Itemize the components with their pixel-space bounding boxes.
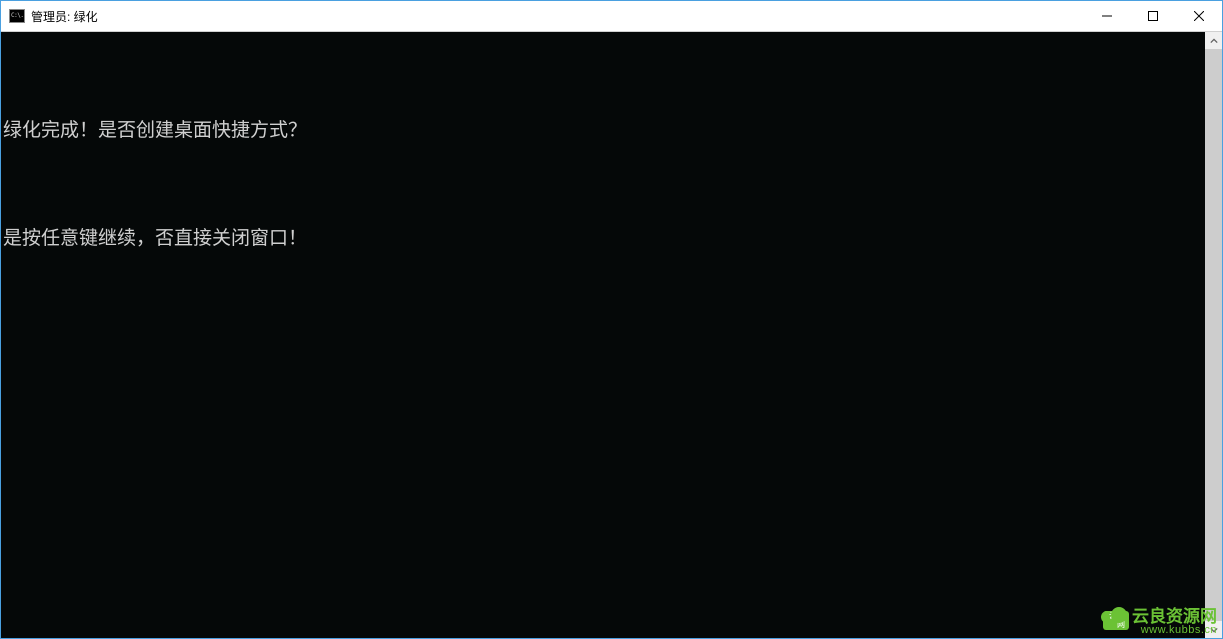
console-body: 绿化完成！是否创建桌面快捷方式？ 是按任意键继续，否直接关闭窗口！ (1, 32, 1222, 638)
cmd-icon-text: C:\. (11, 13, 23, 19)
chevron-down-icon (1210, 626, 1218, 634)
titlebar[interactable]: C:\. 管理员: 绿化 (1, 1, 1222, 32)
close-button[interactable] (1176, 1, 1222, 31)
minimize-icon (1102, 11, 1112, 21)
close-icon (1194, 11, 1204, 21)
scroll-down-button[interactable] (1205, 621, 1222, 638)
console-window: C:\. 管理员: 绿化 绿化完成！是否创建桌面快捷方式？ 是按任意键继续，否直… (0, 0, 1223, 639)
window-title: 管理员: 绿化 (31, 8, 98, 25)
console-content[interactable]: 绿化完成！是否创建桌面快捷方式？ 是按任意键继续，否直接关闭窗口！ (1, 32, 1205, 638)
chevron-up-icon (1210, 37, 1218, 45)
vertical-scrollbar[interactable] (1205, 32, 1222, 638)
scroll-track[interactable] (1205, 49, 1222, 621)
minimize-button[interactable] (1084, 1, 1130, 31)
scroll-up-button[interactable] (1205, 32, 1222, 49)
cmd-icon: C:\. (9, 9, 25, 23)
scroll-thumb[interactable] (1205, 49, 1222, 621)
console-line: 绿化完成！是否创建桌面快捷方式？ (3, 112, 1203, 148)
maximize-button[interactable] (1130, 1, 1176, 31)
window-controls (1084, 1, 1222, 31)
maximize-icon (1148, 11, 1158, 21)
console-line: 是按任意键继续，否直接关闭窗口！ (3, 220, 1203, 256)
